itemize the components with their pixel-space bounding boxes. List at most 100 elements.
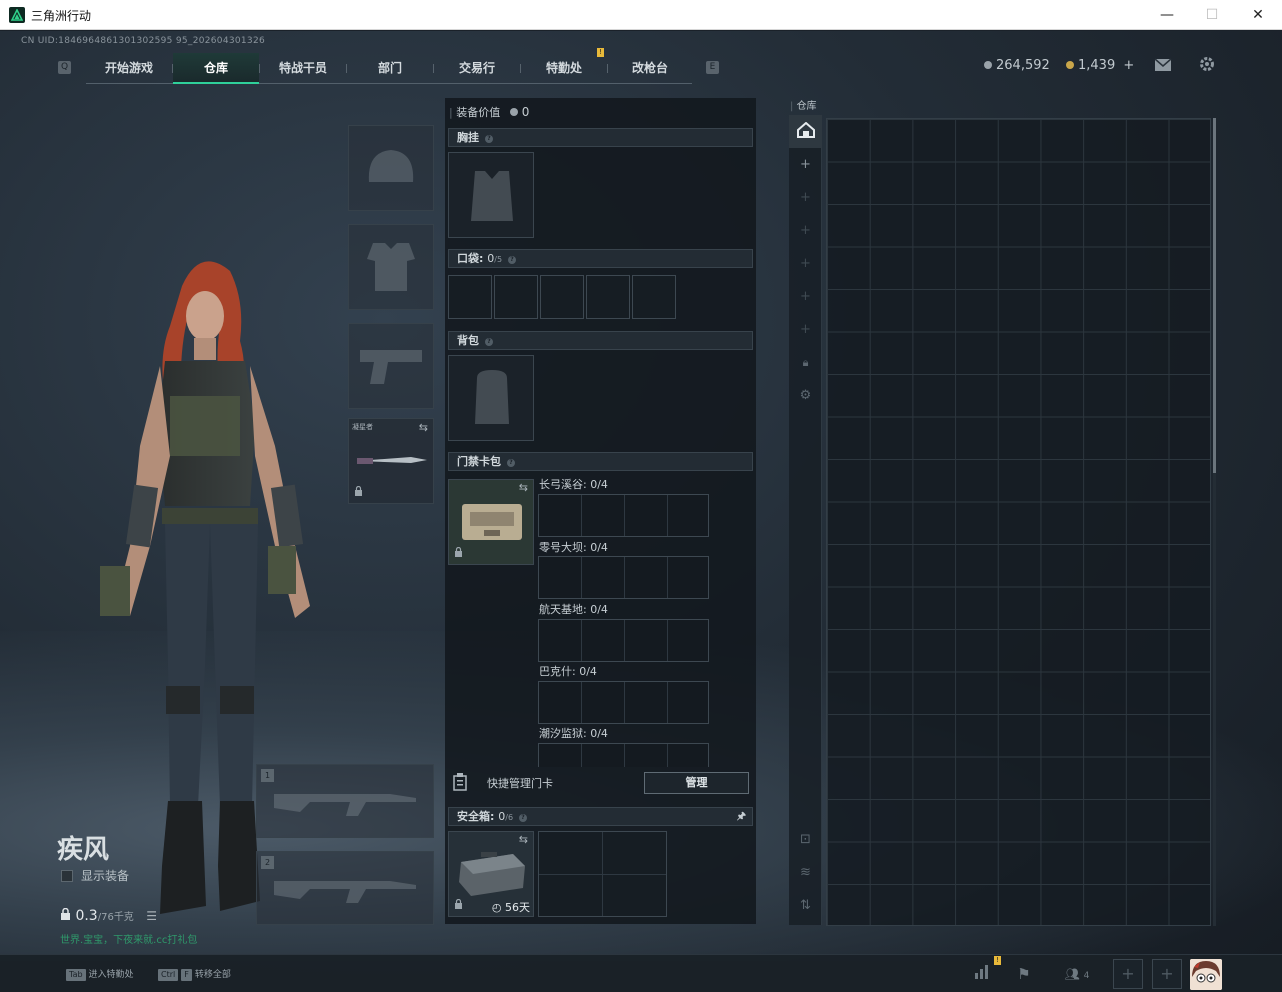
- lock-icon[interactable]: 🔒︎: [789, 346, 822, 379]
- chest-rig-slot[interactable]: [448, 152, 534, 238]
- keycard-grid[interactable]: [538, 743, 709, 767]
- party-slot-add-button[interactable]: +: [1152, 959, 1182, 989]
- add-warehouse-tab-icon[interactable]: +: [789, 181, 822, 214]
- keycard-grid[interactable]: [538, 494, 709, 537]
- melee-slot[interactable]: 凝星者 ⇆: [348, 418, 434, 504]
- safe-box-grid[interactable]: [538, 831, 667, 917]
- primary-weapon-slot-1[interactable]: 1: [256, 764, 434, 838]
- tab-warehouse[interactable]: 仓库: [173, 53, 259, 84]
- lock-icon: [454, 542, 463, 561]
- tab-trading[interactable]: 交易行: [434, 53, 520, 84]
- silver-coin-icon: [984, 61, 992, 69]
- chest-rig-header: 胸挂?: [448, 128, 753, 147]
- pocket-cell[interactable]: [494, 275, 538, 319]
- tab-department[interactable]: 部门: [347, 53, 433, 84]
- window-title: 三角洲行动: [31, 9, 92, 23]
- bottom-bar: Tab 进入特勤处 Ctrl F 转移全部 ! ⚑ 👥︎ 4 + +: [0, 954, 1282, 992]
- sort-icon[interactable]: ⇅: [789, 889, 822, 922]
- add-warehouse-tab-icon[interactable]: +: [789, 313, 822, 346]
- pocket-cell[interactable]: [448, 275, 492, 319]
- transfer-all-hint[interactable]: Ctrl F 转移全部: [158, 967, 231, 981]
- pocket-cell[interactable]: [586, 275, 630, 319]
- warehouse-title: | 仓库: [790, 101, 817, 112]
- friends-button[interactable]: 👥︎ 4: [1056, 959, 1098, 989]
- warehouse-grid[interactable]: [826, 118, 1211, 926]
- flag-icon[interactable]: ⚑: [1006, 959, 1042, 989]
- warehouse-tabs: + + + + + + 🔒︎ ⚙ ⊡ ≋ ⇅: [789, 115, 822, 925]
- add-warehouse-tab-icon[interactable]: +: [789, 247, 822, 280]
- gold-currency[interactable]: 1,439 +: [1066, 58, 1134, 73]
- game-viewport: CN UID:1846964861301302595 95_2026043013…: [0, 31, 1282, 992]
- rifle-icon: [274, 881, 416, 903]
- clock-icon: ◴: [491, 901, 502, 914]
- equipment-value: | 装备价值 0: [449, 105, 530, 119]
- gear-icon[interactable]: [1199, 56, 1215, 76]
- keycard-map-label: 航天基地: 0/4: [539, 603, 608, 616]
- add-warehouse-tab-icon[interactable]: +: [789, 214, 822, 247]
- keycard-map-label: 巴克什: 0/4: [539, 665, 597, 678]
- gear-icon[interactable]: ⚙: [789, 379, 822, 412]
- silver-coin-icon: [509, 108, 518, 116]
- armor-slot[interactable]: [348, 224, 434, 310]
- melee-weapon-icon: [357, 457, 427, 464]
- pistol-slot[interactable]: [348, 323, 434, 409]
- backpack-slot[interactable]: [448, 355, 534, 441]
- nav-prev-key[interactable]: Q: [58, 61, 71, 74]
- list-icon[interactable]: ☰: [146, 909, 157, 923]
- window-titlebar: 三角洲行动 — ☐ ✕: [0, 0, 1282, 30]
- pistol-icon: [360, 350, 422, 384]
- maximize-button[interactable]: ☐: [1189, 0, 1235, 30]
- operator-model: [100, 261, 310, 914]
- tab-start-game[interactable]: 开始游戏: [86, 53, 172, 84]
- nav-notification-badge: !: [597, 48, 604, 57]
- tab-gunsmith[interactable]: 改枪台: [608, 53, 692, 84]
- weapon-slot-number: 1: [261, 769, 274, 782]
- swap-icon[interactable]: ⇆: [419, 421, 428, 434]
- quick-manage-label: 快捷管理门卡: [487, 777, 553, 790]
- swap-icon[interactable]: ⇆: [519, 481, 528, 494]
- minimize-button[interactable]: —: [1144, 0, 1190, 30]
- avatar[interactable]: [1190, 959, 1222, 990]
- keycard-map-label: 零号大坝: 0/4: [539, 541, 608, 554]
- pin-icon[interactable]: 🖈: [737, 808, 746, 825]
- add-gold-button[interactable]: +: [1123, 58, 1134, 73]
- gold-coin-icon: [1066, 61, 1074, 69]
- helmet-slot[interactable]: [348, 125, 434, 211]
- pocket-cell[interactable]: [632, 275, 676, 319]
- warehouse-main-tab-icon[interactable]: [789, 115, 822, 148]
- manage-button[interactable]: 管理: [644, 772, 749, 794]
- keycard-bag-header: 门禁卡包?: [448, 452, 753, 471]
- tab-special-ops[interactable]: 特勤处: [521, 53, 607, 84]
- safe-box-header: 安全箱: 0/6? 🖈: [448, 807, 753, 826]
- mail-icon[interactable]: [1154, 57, 1172, 76]
- keycard-map-label: 长弓溪谷: 0/4: [539, 478, 608, 491]
- add-warehouse-tab-icon[interactable]: +: [789, 280, 822, 313]
- enter-special-ops-hint[interactable]: Tab 进入特勤处: [66, 967, 134, 981]
- keycard-grid[interactable]: [538, 619, 709, 662]
- scrollbar-thumb[interactable]: [1213, 118, 1216, 473]
- show-equipment-checkbox[interactable]: [61, 870, 73, 882]
- promo-link[interactable]: 世界.宝宝，下夜来就.cc打礼包: [60, 931, 197, 946]
- filter-icon[interactable]: ⊡: [789, 823, 822, 856]
- keycard-grid[interactable]: [538, 556, 709, 599]
- backpack-header: 背包?: [448, 331, 753, 350]
- close-button[interactable]: ✕: [1235, 0, 1281, 30]
- party-slot-add-button[interactable]: +: [1113, 959, 1143, 989]
- warehouse-scrollbar[interactable]: [1213, 118, 1216, 926]
- safe-box-slot[interactable]: ⇆ ◴ 56天: [448, 831, 534, 917]
- keycard-map-label: 潮汐监狱: 0/4: [539, 727, 608, 740]
- keycard-grid[interactable]: [538, 681, 709, 724]
- show-equipment-toggle[interactable]: 显示装备: [61, 867, 129, 884]
- nav-next-key[interactable]: E: [706, 61, 719, 74]
- tab-operators[interactable]: 特战干员: [260, 53, 346, 84]
- add-warehouse-tab-icon[interactable]: +: [789, 148, 822, 181]
- pocket-cell[interactable]: [540, 275, 584, 319]
- layers-icon[interactable]: ≋: [789, 856, 822, 889]
- vest-icon: [471, 171, 513, 221]
- keycard-bag-slot[interactable]: ⇆: [448, 479, 534, 565]
- keycard-list[interactable]: 长弓溪谷: 0/4 零号大坝: 0/4 航天基地: 0/4 巴克什: 0/4 潮…: [537, 475, 749, 767]
- helmet-icon: [368, 150, 414, 182]
- primary-weapon-slot-2[interactable]: 2: [256, 851, 434, 925]
- swap-icon[interactable]: ⇆: [519, 833, 528, 846]
- keycard-case-icon: [462, 504, 522, 540]
